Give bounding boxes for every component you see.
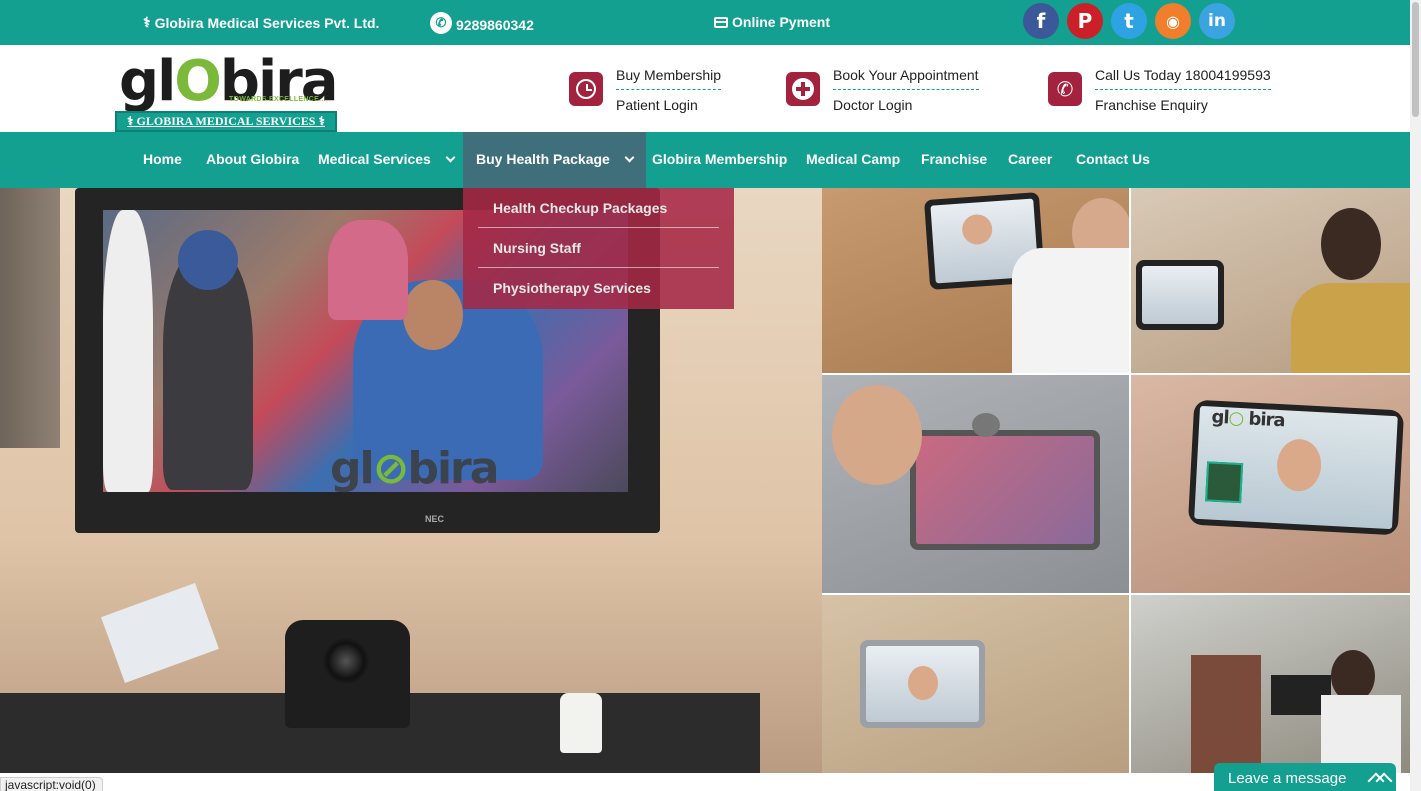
appointment-block: Book Your Appointment Doctor Login bbox=[786, 67, 979, 113]
nav-buy-health-package[interactable]: Buy Health Package bbox=[463, 132, 646, 188]
whatsapp-phone-link[interactable]: ✆ 9289860342 bbox=[430, 12, 534, 34]
nav-career[interactable]: Career bbox=[1008, 132, 1052, 188]
nav-medical-services[interactable]: Medical Services bbox=[318, 132, 456, 188]
site-header: glObira TOWARDS EXCELLENCE... ⚕ GLOBIRA … bbox=[0, 45, 1410, 132]
credit-card-icon bbox=[714, 16, 728, 28]
logo-wordmark: glObira bbox=[119, 49, 339, 114]
social-links: f P t ◉ in bbox=[1023, 3, 1235, 39]
online-payment-link[interactable]: Online Pyment bbox=[714, 14, 830, 30]
dropdown-physiotherapy-services[interactable]: Physiotherapy Services bbox=[478, 268, 719, 308]
dropdown-nursing-staff[interactable]: Nursing Staff bbox=[478, 228, 719, 268]
buy-membership-link[interactable]: Buy Membership bbox=[616, 67, 722, 90]
hero-collage: gl○ bira bbox=[822, 188, 1410, 773]
rss-icon[interactable]: ◉ bbox=[1155, 3, 1191, 39]
collage-tablet-doctor bbox=[822, 188, 1129, 373]
health-package-dropdown: Health Checkup Packages Nursing Staff Ph… bbox=[463, 188, 734, 309]
whatsapp-icon: ✆ bbox=[430, 12, 452, 34]
collage-laptop-doctor bbox=[822, 375, 1129, 593]
scrollbar-thumb[interactable] bbox=[1412, 2, 1419, 117]
company-name: ⚕ Globira Medical Services Pvt. Ltd. bbox=[143, 14, 380, 31]
video-camera-icon bbox=[285, 620, 410, 728]
main-nav: Home About Globira Medical Services Buy … bbox=[0, 132, 1410, 188]
call-us-link[interactable]: Call Us Today 18004199593 bbox=[1095, 67, 1271, 90]
dropdown-health-checkup-packages[interactable]: Health Checkup Packages bbox=[478, 188, 719, 228]
membership-block: Buy Membership Patient Login bbox=[569, 67, 722, 113]
nav-contact-us[interactable]: Contact Us bbox=[1076, 132, 1150, 188]
collage-phone-video-call: gl○ bira bbox=[1131, 375, 1410, 593]
collage-brand-label: gl○ bira bbox=[1210, 406, 1286, 432]
page-scrollbar[interactable] bbox=[1410, 0, 1421, 791]
facebook-icon[interactable]: f bbox=[1023, 3, 1059, 39]
nav-globira-membership[interactable]: Globira Membership bbox=[652, 132, 787, 188]
nav-home[interactable]: Home bbox=[143, 132, 182, 188]
phone-icon: ✆ bbox=[1048, 72, 1082, 106]
nav-franchise[interactable]: Franchise bbox=[921, 132, 987, 188]
stethoscope-icon: ⚕ bbox=[143, 14, 151, 30]
chevron-down-icon bbox=[624, 152, 635, 163]
collage-call-center bbox=[1131, 188, 1410, 373]
collage-clinic bbox=[1131, 595, 1410, 773]
medical-cross-icon bbox=[786, 72, 820, 106]
page: ⚕ Globira Medical Services Pvt. Ltd. ✆ 9… bbox=[0, 0, 1421, 791]
patient-login-link[interactable]: Patient Login bbox=[616, 90, 721, 113]
linkedin-icon[interactable]: in bbox=[1199, 3, 1235, 39]
tv-watermark: gl⊘bira bbox=[330, 443, 499, 494]
phone-number[interactable]: 9289860342 bbox=[456, 17, 534, 33]
collage-tablet-call bbox=[822, 595, 1129, 773]
franchise-enquiry-link[interactable]: Franchise Enquiry bbox=[1095, 90, 1271, 113]
doctor-login-link[interactable]: Doctor Login bbox=[833, 90, 979, 113]
leave-message-chat-button[interactable]: Leave a message bbox=[1214, 763, 1396, 791]
logo-banner: ⚕ GLOBIRA MEDICAL SERVICES ⚕ bbox=[115, 111, 337, 132]
call-block: ✆ Call Us Today 18004199593 Franchise En… bbox=[1048, 67, 1271, 113]
pinterest-icon[interactable]: P bbox=[1067, 3, 1103, 39]
book-appointment-link[interactable]: Book Your Appointment bbox=[833, 67, 979, 90]
top-bar: ⚕ Globira Medical Services Pvt. Ltd. ✆ 9… bbox=[0, 0, 1410, 45]
nav-about-globira[interactable]: About Globira bbox=[206, 132, 299, 188]
globira-logo[interactable]: glObira TOWARDS EXCELLENCE... ⚕ GLOBIRA … bbox=[115, 49, 339, 132]
browser-status-url: javascript:void(0) bbox=[0, 777, 103, 791]
chevron-down-icon bbox=[445, 152, 456, 163]
logo-tagline: TOWARDS EXCELLENCE... bbox=[229, 96, 326, 103]
nav-medical-camp[interactable]: Medical Camp bbox=[806, 132, 900, 188]
clock-icon bbox=[569, 72, 603, 106]
twitter-icon[interactable]: t bbox=[1111, 3, 1147, 39]
tv-brand-label: NEC bbox=[425, 514, 445, 524]
